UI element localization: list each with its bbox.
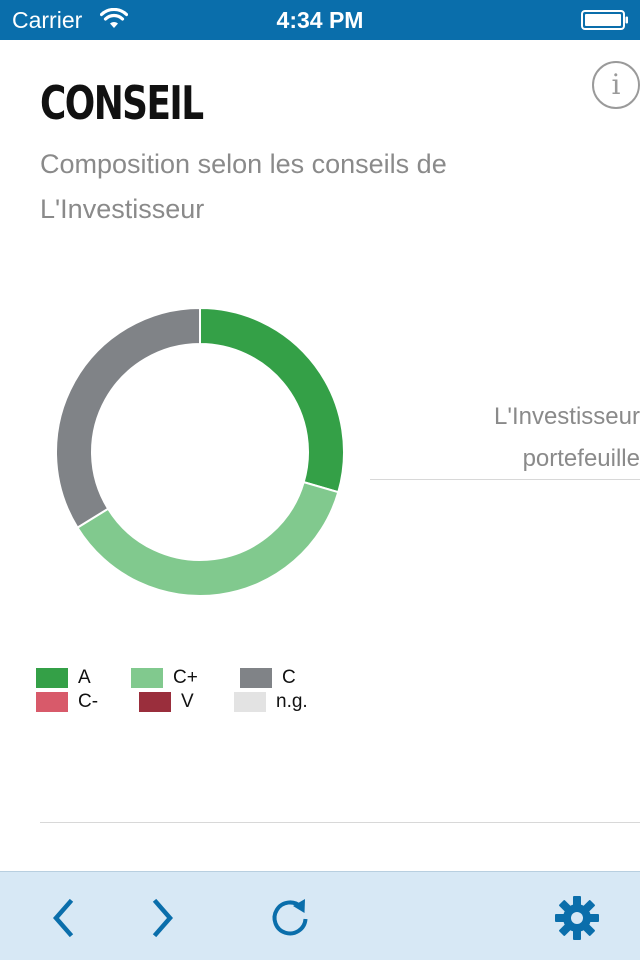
donut-slice-a (199, 306, 345, 494)
composition-donut-chart (55, 306, 345, 597)
info-icon: i (611, 68, 621, 101)
subtitle-line-1: Composition selon les conseils de (40, 149, 447, 179)
legend-label-a: A (78, 667, 91, 688)
legend-swatch-c-plus (131, 668, 163, 688)
gear-icon[interactable] (553, 894, 601, 942)
legend-swatch-c (240, 668, 272, 688)
legend-label-ng: n.g. (276, 691, 308, 712)
side-label-line-2: portefeuille (522, 445, 640, 472)
content-divider (40, 822, 640, 823)
legend-item-ng: n.g. (234, 691, 308, 713)
subtitle-line-2: L'Investisseur (40, 194, 205, 224)
legend-item-c: C (240, 667, 296, 689)
legend-item-a: A (36, 667, 91, 689)
chevron-right-icon[interactable] (138, 894, 186, 942)
bottom-toolbar (0, 871, 640, 960)
legend-label-c: C (282, 667, 296, 688)
page-subtitle: Composition selon les conseils de L'Inve… (40, 142, 520, 232)
legend-label-v: V (181, 691, 194, 712)
status-time: 4:34 PM (276, 7, 364, 33)
legend-item-c-minus: C- (36, 691, 98, 713)
info-button[interactable]: i (592, 61, 640, 109)
chevron-left-icon[interactable] (40, 894, 88, 942)
legend-swatch-c-minus (36, 692, 68, 712)
donut-slice-c-minusplus (76, 480, 340, 597)
portfolio-side-label: L'Investisseur portefeuille (370, 396, 640, 480)
legend-swatch-v (139, 692, 171, 712)
legend-item-v: V (139, 691, 194, 713)
battery-icon (581, 10, 628, 30)
side-label-line-1: L'Investisseur (494, 403, 640, 430)
page-title: CONSEIL (40, 76, 204, 130)
donut-slice-c (55, 306, 201, 530)
legend-swatch-a (36, 668, 68, 688)
refresh-icon[interactable] (266, 894, 314, 942)
legend-swatch-ng (234, 692, 266, 712)
legend-item-c-plus: C+ (131, 667, 198, 689)
status-bar: Carrier 4:34 PM (0, 0, 640, 40)
legend-label-c-plus: C+ (173, 667, 198, 688)
legend-label-c-minus: C- (78, 691, 99, 712)
